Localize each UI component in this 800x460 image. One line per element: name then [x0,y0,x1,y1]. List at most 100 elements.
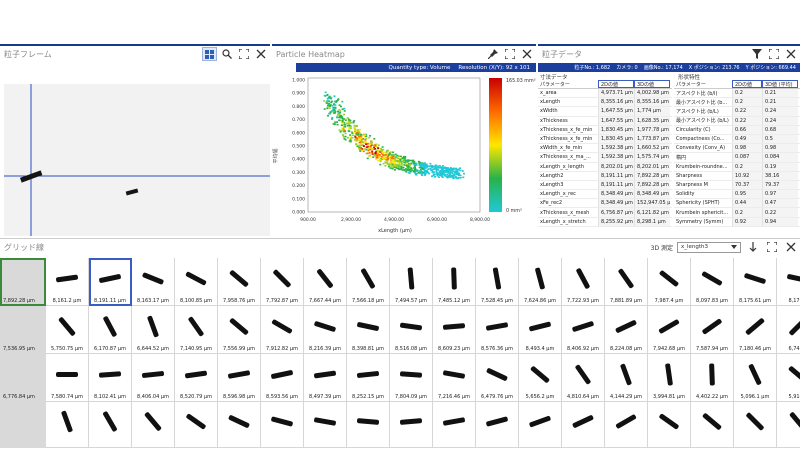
grid-cell[interactable]: 8,398.81 µm [347,306,390,354]
right-row[interactable]: Sharpness M 70.37 79.37 [674,180,800,191]
filter-button[interactable] [749,47,764,61]
grid-cell[interactable]: 7,804.09 µm [390,354,433,402]
grid-cell[interactable]: 7,140.95 µm [175,306,218,354]
expand-button[interactable] [502,47,517,61]
grid-cell[interactable]: 8,163.17 µm [132,258,175,306]
grid-cell[interactable] [347,402,390,448]
parameter-select[interactable]: x_length3 [677,241,741,253]
grid-cell[interactable]: 8,224.08 µm [605,306,648,354]
grid-cell[interactable]: 7,881.89 µm [605,258,648,306]
grid-cell[interactable] [175,402,218,448]
left-row[interactable]: xLength_x_stretch 8,255.92 µm 8,298.1 µm [538,217,672,227]
close-button[interactable] [253,47,268,61]
grid-cell[interactable]: 8,493.4 µm [519,306,562,354]
grid-cell[interactable]: 5,750.75 µm [46,306,89,354]
col-2d-value[interactable]: 2Dの値 [732,80,762,88]
right-row[interactable]: 最小アスペクト比 (b/L) 0.22 0.24 [674,116,800,126]
close-button[interactable] [783,47,798,61]
grid-cell[interactable]: 8,161.2 µm [46,258,89,306]
particle-image[interactable] [4,84,270,236]
grid-cell[interactable]: 8,102.41 µm [89,354,132,402]
grid-cell[interactable]: 8,216.39 µm [304,306,347,354]
left-row[interactable]: xLength_x_length 8,202.01 µm 8,202.01 µm [538,162,672,172]
grid-cell[interactable]: 7,624.86 µm [519,258,562,306]
grid-cell[interactable] [46,402,89,448]
grid-cell[interactable]: 5,914.8 [777,354,800,402]
right-row[interactable]: Krumbein sphericit... 0.2 0.22 [674,208,800,218]
right-row[interactable]: Sharpness 10.92 38.16 [674,171,800,181]
grid-cell[interactable]: 4,144.29 µm [605,354,648,402]
left-row[interactable]: xThickness_x_mesh 6,756.87 µm 6,121.82 µm [538,208,672,218]
close-button[interactable] [519,47,534,61]
expand-button[interactable] [236,47,251,61]
close-button[interactable] [783,240,798,254]
left-row[interactable]: x_area 4,973.71 µm 4,002.98 µm [538,89,672,99]
right-row[interactable]: アスペクト比 (b/L) 0.22 0.24 [674,107,800,117]
grid-cell[interactable]: 6,644.52 µm [132,306,175,354]
grid-cell[interactable]: 8,520.79 µm [175,354,218,402]
right-row[interactable]: Compactness (Co... 0.49 0.5 [674,134,800,145]
col-parameter[interactable]: パラメーター [538,80,598,88]
grid-cell[interactable]: 6,743.5 [777,306,800,354]
grid-cell[interactable] [648,402,691,448]
pin-button[interactable] [485,47,500,61]
grid-cell[interactable]: 8,596.98 µm [218,354,261,402]
grid-cell[interactable] [132,402,175,448]
expand-button[interactable] [766,47,781,61]
grid-cell[interactable] [261,402,304,448]
grid-cell[interactable]: 3,994.81 µm [648,354,691,402]
grid-cell[interactable]: 7,556.99 µm [218,306,261,354]
left-row[interactable]: xWidth_x_fe_min 1,592.38 µm 1,660.52 µm [538,144,672,154]
grid-cell[interactable]: 7,216.46 µm [433,354,476,402]
grid-row-header[interactable] [0,402,46,448]
grid-cell[interactable] [519,402,562,448]
zoom-button[interactable] [219,47,234,61]
grid-cell[interactable]: 8,406.04 µm [132,354,175,402]
grid-cell[interactable]: 5,656.2 µm [519,354,562,402]
grid-cell[interactable] [734,402,777,448]
grid-cell[interactable]: 7,528.45 µm [476,258,519,306]
grid-cell[interactable]: 8,252.15 µm [347,354,390,402]
grid-cell[interactable] [691,402,734,448]
right-row[interactable]: Krumbein-roundne... 0.2 0.19 [674,162,800,172]
grid-cell[interactable]: 7,580.74 µm [46,354,89,402]
grid-cell[interactable] [476,402,519,448]
grid-cell[interactable] [218,402,261,448]
grid-cell[interactable] [562,402,605,448]
grid-cell[interactable] [605,402,648,448]
grid-cell[interactable]: 8,609.23 µm [433,306,476,354]
grid-cell[interactable]: 7,566.18 µm [347,258,390,306]
grid-cell[interactable] [777,402,800,448]
grid-cell[interactable]: 7,485.12 µm [433,258,476,306]
grid-cell[interactable]: 8,100.85 µm [175,258,218,306]
grid-cell[interactable]: 6,170.87 µm [89,306,132,354]
grid-cell[interactable]: 8,516.08 µm [390,306,433,354]
grid-cell[interactable]: 8,097.83 µm [691,258,734,306]
grid-view-button[interactable] [202,47,217,61]
grid-cell[interactable]: 7,494.57 µm [390,258,433,306]
grid-cell[interactable] [390,402,433,448]
col-3d-value[interactable]: 3Dの値 [634,80,670,88]
col-3d-avg-value[interactable]: 3D値 (平均) [762,80,798,88]
grid-row-header[interactable]: 6,776.84 µm [0,354,46,402]
grid-cell[interactable] [89,402,132,448]
left-row[interactable]: xThickness_x_ma_... 1,592.38 µm 1,575.74 µ… [538,153,672,163]
right-row[interactable]: アスペクト比 (b/l) 0.2 0.21 [674,89,800,99]
left-row[interactable]: xLength_x_rec 8,348.49 µm 8,348.49 µm [538,190,672,200]
right-row[interactable]: 楕円 0.087 0.084 [674,153,800,163]
left-row[interactable]: xThickness 1,647.55 µm 1,628.35 µm [538,116,672,126]
grid-cell[interactable]: 7,722.93 µm [562,258,605,306]
left-row[interactable]: xLength3 8,191.11 µm 7,892.28 µm [538,180,672,191]
grid-cell[interactable]: 8,191.11 µm [89,258,132,306]
grid-cell[interactable]: 7,912.82 µm [261,306,304,354]
right-row[interactable]: Symmetry (Symm) 0.92 0.94 [674,217,800,227]
col-parameter[interactable]: パラメーター [674,80,732,88]
right-row[interactable]: Convexity (Conv_A) 0.98 0.98 [674,144,800,154]
grid-cell[interactable]: 7,587.94 µm [691,306,734,354]
grid-cell[interactable]: 8,175.61 µm [734,258,777,306]
right-row[interactable]: Circularity (C) 0.66 0.68 [674,125,800,135]
grid-cell[interactable] [304,402,347,448]
grid-cell[interactable]: 8,497.39 µm [304,354,347,402]
sort-button[interactable] [745,240,760,254]
grid-cell[interactable]: 7,180.46 µm [734,306,777,354]
